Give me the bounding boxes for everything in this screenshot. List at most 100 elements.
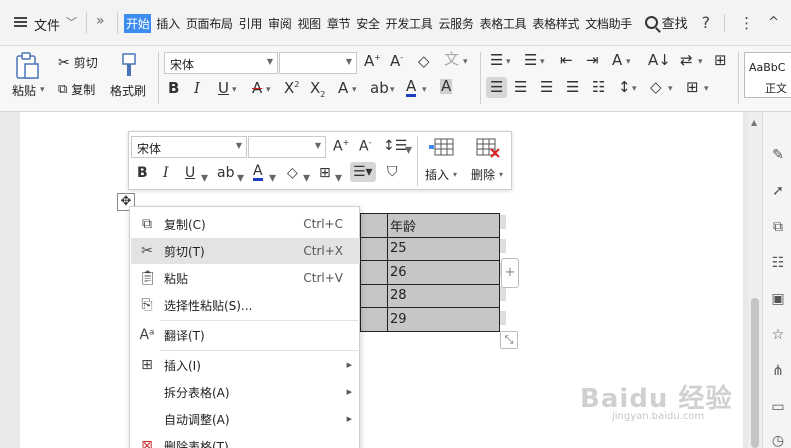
- chevron-down-icon[interactable]: ▾: [463, 58, 468, 67]
- menu-item-copy[interactable]: ⧉ 复制(C) Ctrl+C: [131, 211, 360, 237]
- bold-icon[interactable]: B: [137, 166, 148, 180]
- tab-table-style[interactable]: 表格样式: [531, 14, 580, 33]
- sort-icon[interactable]: A↓: [648, 53, 671, 68]
- grow-font-icon[interactable]: A+: [364, 54, 381, 69]
- chevron-down-icon[interactable]: ▾: [506, 58, 511, 67]
- align-right-icon[interactable]: ☰: [540, 80, 553, 95]
- chevron-down-icon[interactable]: ﹀: [66, 14, 77, 30]
- bullet-list-icon[interactable]: ☰: [490, 53, 503, 68]
- format-painter-icon[interactable]: ⛉: [387, 165, 398, 179]
- hamburger-icon[interactable]: [14, 17, 27, 27]
- highlight-icon[interactable]: ab: [217, 166, 234, 180]
- superscript-icon[interactable]: X2: [284, 81, 299, 96]
- history-icon[interactable]: ◷: [771, 434, 785, 448]
- increase-indent-icon[interactable]: ⇥: [586, 53, 599, 68]
- vertical-scrollbar[interactable]: ▲: [748, 112, 762, 448]
- table-delete-icon[interactable]: [475, 137, 501, 159]
- chevron-down-icon[interactable]: ▾: [303, 171, 310, 185]
- row-handle[interactable]: [500, 215, 506, 229]
- table-resize-icon[interactable]: ⤡: [500, 331, 518, 349]
- menu-item-translate[interactable]: Aᵃ 翻译(T): [131, 322, 360, 348]
- shrink-font-icon[interactable]: A-: [390, 54, 403, 69]
- archive-icon[interactable]: ▭: [771, 400, 785, 414]
- table-cell[interactable]: 29: [387, 307, 500, 332]
- style-gallery-normal[interactable]: AaBbC 正文: [744, 52, 791, 98]
- table-cell[interactable]: [360, 236, 388, 261]
- shading-icon[interactable]: ◇: [650, 80, 662, 95]
- char-shading-icon[interactable]: A: [440, 79, 453, 94]
- underline-icon[interactable]: U: [218, 81, 229, 96]
- grow-font-icon[interactable]: A+: [333, 139, 349, 154]
- document-table[interactable]: 年龄 25 26 28 29: [360, 213, 500, 332]
- find-button[interactable]: 查找: [644, 13, 688, 32]
- image-icon[interactable]: ▣: [771, 292, 785, 306]
- chevron-down-icon[interactable]: ▾: [422, 86, 427, 95]
- bold-icon[interactable]: B: [168, 81, 179, 96]
- scroll-up-icon[interactable]: ▲: [751, 118, 757, 127]
- shapes-icon[interactable]: ⧉: [771, 220, 785, 234]
- shading-icon[interactable]: ◇: [287, 166, 298, 180]
- row-handle[interactable]: [500, 287, 506, 301]
- paste-icon[interactable]: [14, 52, 40, 80]
- border-icon[interactable]: ⊞: [319, 166, 331, 180]
- chevron-down-icon[interactable]: ▾: [698, 58, 703, 67]
- mini-font-size-select[interactable]: ▼: [248, 136, 326, 158]
- table-cell[interactable]: 28: [387, 283, 500, 308]
- pointer-icon[interactable]: ➚: [771, 184, 785, 198]
- mini-font-name-select[interactable]: 宋体 ▼: [131, 136, 247, 158]
- star-icon[interactable]: ☆: [771, 328, 785, 342]
- collapse-ribbon-icon[interactable]: ^: [768, 15, 779, 30]
- table-insert-icon[interactable]: [429, 137, 455, 159]
- chevron-down-icon[interactable]: ▾: [335, 171, 342, 185]
- align-left-icon[interactable]: ☰: [486, 77, 508, 98]
- file-menu[interactable]: 文件: [34, 15, 60, 34]
- justify-icon[interactable]: ☰: [566, 80, 579, 95]
- italic-icon[interactable]: I: [194, 81, 200, 96]
- chevron-down-icon[interactable]: ▾: [626, 58, 631, 67]
- chevron-down-icon[interactable]: ▾: [540, 58, 545, 67]
- menu-item-autofit[interactable]: 自动调整(A) ▶: [131, 406, 360, 432]
- distribute-icon[interactable]: ☷: [592, 80, 605, 95]
- tab-chapter[interactable]: 章节: [326, 14, 351, 33]
- font-color-icon[interactable]: A: [406, 79, 417, 97]
- table-cell[interactable]: [360, 213, 388, 238]
- more-tabs-icon[interactable]: »: [96, 13, 105, 29]
- clear-format-icon[interactable]: ◇: [418, 54, 430, 69]
- scroll-thumb[interactable]: [751, 298, 759, 448]
- align-center-icon[interactable]: ☰: [514, 80, 527, 95]
- help-icon[interactable]: ?: [702, 13, 711, 32]
- format-painter-icon[interactable]: [118, 52, 140, 78]
- text-effect-icon[interactable]: A: [338, 81, 348, 96]
- add-column-button[interactable]: +: [501, 258, 519, 288]
- chevron-down-icon[interactable]: ▾: [269, 171, 276, 185]
- row-handle[interactable]: [500, 311, 506, 325]
- tab-review[interactable]: 审阅: [267, 14, 292, 33]
- chevron-down-icon[interactable]: ▾: [266, 86, 271, 95]
- font-size-select[interactable]: ▼: [279, 52, 357, 74]
- border-icon[interactable]: ⊞: [686, 80, 699, 95]
- tab-security[interactable]: 安全: [355, 14, 380, 33]
- tab-page-layout[interactable]: 页面布局: [185, 14, 234, 33]
- cut-button[interactable]: ✂ 剪切: [58, 54, 98, 71]
- tab-home[interactable]: 开始: [124, 14, 152, 33]
- tab-cloud[interactable]: 云服务: [437, 14, 474, 33]
- tab-developer[interactable]: 开发工具: [385, 14, 434, 33]
- share-icon[interactable]: ⋔: [771, 364, 785, 378]
- chevron-down-icon[interactable]: ▾: [405, 143, 412, 157]
- paste-button[interactable]: 粘贴 ▾: [12, 82, 45, 99]
- table-cell[interactable]: [360, 260, 388, 285]
- tab-doc-assistant[interactable]: 文档助手: [584, 14, 633, 33]
- numbered-list-icon[interactable]: ☰: [524, 53, 537, 68]
- insert-button[interactable]: 插入 ▾: [425, 166, 457, 183]
- chevron-down-icon[interactable]: ▾: [232, 86, 237, 95]
- menu-item-paste[interactable]: 📋︎ 粘贴 Ctrl+V: [131, 265, 360, 291]
- table-cell[interactable]: 26: [387, 260, 500, 285]
- row-handle[interactable]: [500, 239, 506, 253]
- tab-insert[interactable]: 插入: [155, 14, 180, 33]
- pinyin-icon[interactable]: 文: [444, 52, 459, 67]
- chevron-down-icon[interactable]: ▾: [352, 86, 357, 95]
- align-icon[interactable]: ☰▾: [350, 162, 376, 182]
- chevron-down-icon[interactable]: ▾: [668, 85, 673, 94]
- text-direction-icon[interactable]: A: [612, 53, 622, 68]
- chevron-down-icon[interactable]: ▾: [237, 171, 244, 185]
